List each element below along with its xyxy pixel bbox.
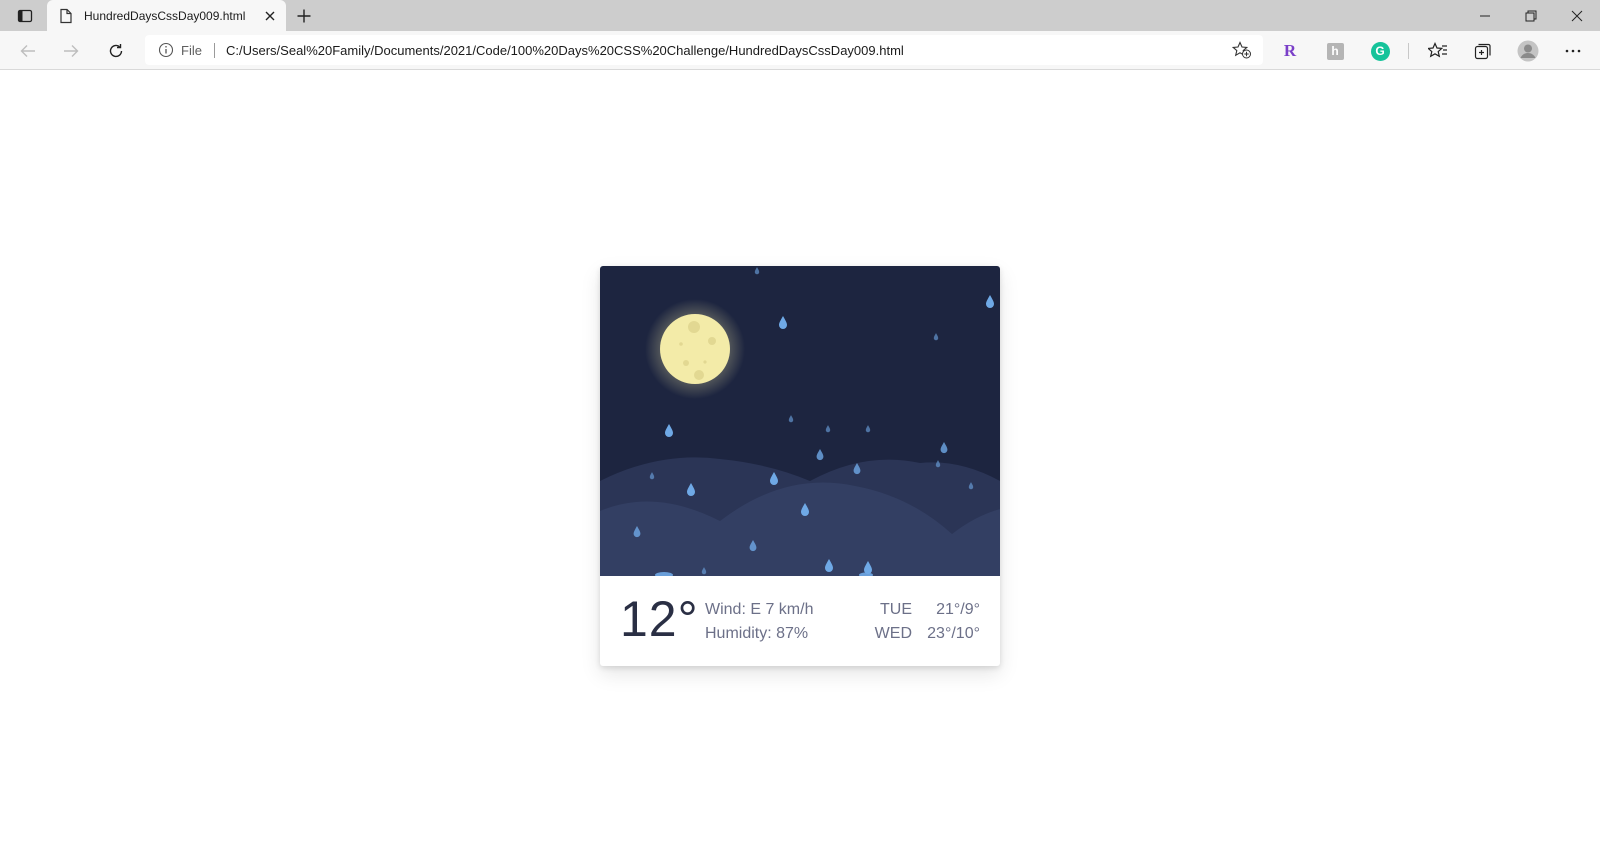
new-tab-button[interactable] — [293, 6, 315, 26]
rain-drop-icon — [865, 425, 871, 433]
rain-drop-icon — [816, 449, 824, 461]
forecast-row: TUE 21°/9° — [868, 598, 980, 622]
settings-menu-button[interactable] — [1559, 38, 1587, 64]
tab-close-button[interactable] — [262, 8, 278, 24]
refresh-button[interactable] — [102, 38, 130, 64]
forecast-day: WED — [874, 625, 912, 642]
forecast-temps: 23°/10° — [927, 625, 980, 642]
current-temperature: 12° — [620, 591, 699, 647]
r-extension-icon: R — [1283, 41, 1297, 60]
add-favorite-icon[interactable] — [1232, 41, 1252, 59]
back-button[interactable] — [14, 38, 42, 64]
restore-icon — [1525, 10, 1537, 21]
wind-info: Wind: E 7 km/h — [705, 601, 814, 618]
favorites-button[interactable] — [1424, 38, 1452, 64]
refresh-icon — [109, 44, 123, 58]
browser-toolbar: File C:/Users/Seal%20Family/Documents/20… — [0, 31, 1600, 70]
favorites-list-icon — [1428, 42, 1447, 58]
close-icon — [265, 11, 275, 21]
browser-tab[interactable]: HundredDaysCssDay009.html — [47, 0, 286, 31]
forecast-day: TUE — [880, 601, 912, 618]
tab-actions-button[interactable] — [10, 5, 40, 27]
restore-button[interactable] — [1508, 0, 1554, 31]
rain-drop-icon — [665, 424, 673, 437]
rain-drop-icon — [986, 295, 994, 308]
info-icon — [158, 42, 174, 58]
weather-illustration — [600, 266, 1000, 576]
translate-extension-button[interactable]: h — [1321, 38, 1349, 64]
page-icon — [60, 8, 72, 24]
tab-actions-icon — [17, 9, 33, 23]
url-text[interactable]: C:/Users/Seal%20Family/Documents/2021/Co… — [226, 43, 904, 58]
grammarly-icon: G — [1370, 41, 1390, 61]
more-options-icon — [1565, 49, 1581, 53]
forward-arrow-icon — [64, 45, 79, 57]
plus-icon — [297, 9, 311, 23]
scheme-divider — [214, 43, 215, 58]
address-bar[interactable]: File C:/Users/Seal%20Family/Documents/20… — [145, 35, 1263, 65]
rain-drop-icon — [933, 333, 939, 341]
rain-drop-icon — [935, 460, 941, 468]
collections-icon — [1474, 43, 1491, 60]
forecast-row: WED 23°/10° — [868, 622, 980, 646]
rain-drop-icon — [754, 267, 760, 275]
profile-button[interactable] — [1514, 38, 1542, 64]
forecast-temps: 21°/9° — [936, 601, 980, 618]
scheme-label: File — [181, 43, 202, 58]
r-extension-button[interactable]: R — [1276, 38, 1304, 64]
grammarly-extension-button[interactable]: G — [1366, 38, 1394, 64]
humidity-info: Humidity: 87% — [705, 625, 809, 642]
rain-drop-icon — [788, 415, 794, 423]
tab-title: HundredDaysCssDay009.html — [84, 9, 246, 23]
close-window-button[interactable] — [1554, 0, 1600, 31]
toolbar-divider — [1408, 43, 1409, 59]
forecast-list: TUE 21°/9° WED 23°/10° — [868, 598, 980, 646]
forward-button[interactable] — [57, 38, 85, 64]
moon-icon — [645, 299, 745, 399]
weather-card: 12° Wind: E 7 km/h Humidity: 87% TUE 21°… — [600, 266, 1000, 666]
rain-drop-icon — [779, 316, 787, 329]
rain-drop-icon — [940, 442, 948, 454]
collections-button[interactable] — [1469, 38, 1497, 64]
translate-extension-icon: h — [1326, 42, 1344, 60]
minimize-button[interactable] — [1462, 0, 1508, 31]
weather-info: 12° Wind: E 7 km/h Humidity: 87% TUE 21°… — [600, 576, 1000, 666]
minimize-icon — [1480, 15, 1490, 16]
hills — [600, 457, 1000, 576]
tab-strip: HundredDaysCssDay009.html — [0, 0, 1600, 31]
avatar-icon — [1517, 40, 1539, 62]
back-arrow-icon — [20, 45, 35, 57]
weather-details: Wind: E 7 km/h Humidity: 87% — [705, 598, 813, 646]
close-icon — [1571, 10, 1583, 21]
rain-drop-icon — [825, 425, 831, 433]
